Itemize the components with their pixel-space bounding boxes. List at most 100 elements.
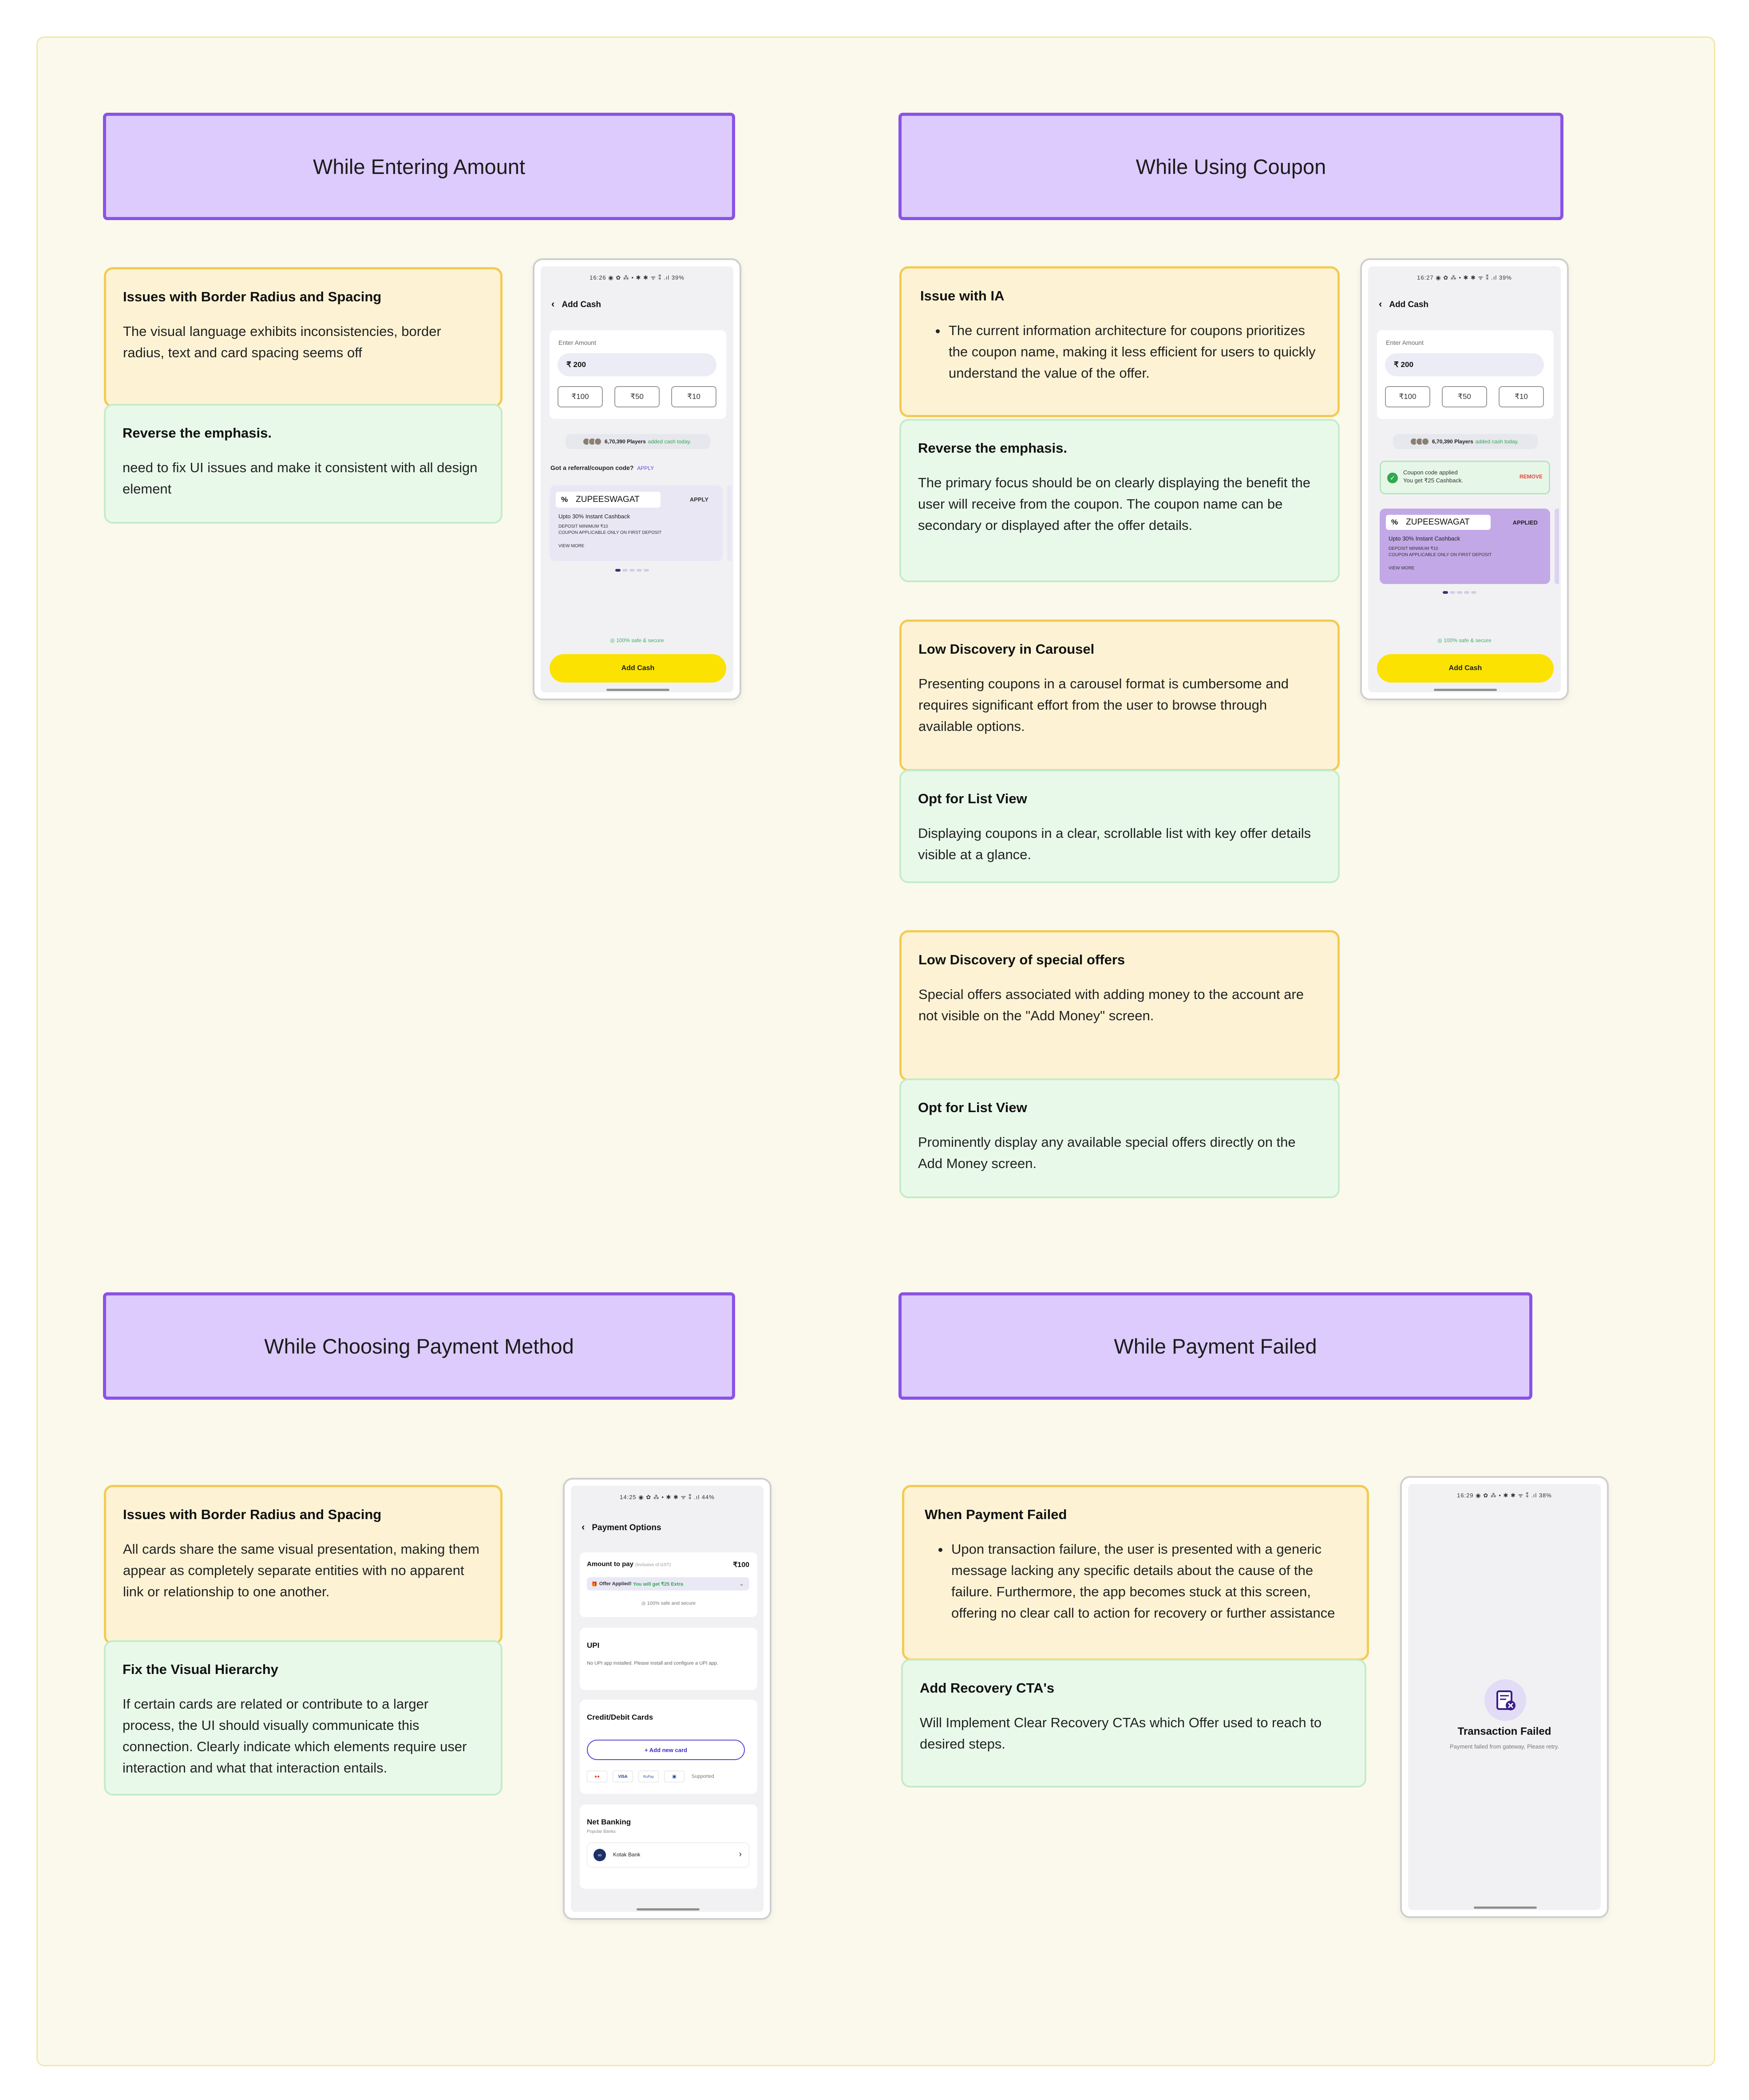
phone-screen: 16:29 ◉ ✿ ⁂ • ✱ ✱ ᯤ ⁑ .ıl 38% Transactio… (1408, 1484, 1601, 1910)
add-cash-button[interactable]: Add Cash (1377, 654, 1554, 683)
note-bullet: Upon transaction failure, the user is pr… (950, 1539, 1349, 1624)
add-cash-button[interactable]: Add Cash (550, 654, 726, 683)
note-heading: Issue with IA (920, 288, 1005, 304)
coupon-card[interactable]: % ZUPEESWAGAT APPLY Upto 30% Instant Cash… (550, 486, 723, 561)
chip-10[interactable]: ₹10 (671, 386, 716, 407)
coupon-view-more[interactable]: VIEW MORE (558, 543, 584, 549)
chevron-right-icon: › (739, 1849, 742, 1859)
note-issue-carousel: Low Discovery in Carousel Presenting cou… (899, 620, 1340, 771)
note-issue-entering: Issues with Border Radius and Spacing Th… (104, 267, 503, 407)
amount-input[interactable]: ₹ 200 (1385, 353, 1544, 376)
note-bullet: The current information architecture for… (947, 320, 1320, 384)
coupon-view-more[interactable]: VIEW MORE (1389, 565, 1414, 572)
note-body: The visual language exhibits inconsisten… (123, 324, 441, 360)
players-count: 6,70,390 Players (1432, 438, 1473, 445)
note-body: Special offers associated with adding mo… (918, 987, 1304, 1023)
note-heading: Issues with Border Radius and Spacing (123, 1507, 382, 1522)
note-body: Prominently display any available specia… (918, 1134, 1296, 1171)
note-fix-payment: Fix the Visual Hierarchy If certain card… (104, 1640, 503, 1796)
bank-row-kotak[interactable]: ∞ Kotak Bank › (587, 1843, 749, 1867)
note-heading: Reverse the emphasis. (123, 425, 272, 441)
coupon-benefit: Upto 30% Instant Cashback (1389, 535, 1460, 542)
chevron-down-icon: ⌄ (739, 1580, 744, 1587)
note-heading: Opt for List View (918, 791, 1027, 806)
home-indicator (606, 689, 669, 691)
amount-value: ₹100 (733, 1561, 749, 1569)
amount-label-row: Amount to pay (Inclusive of GST) (587, 1560, 671, 1568)
back-icon[interactable]: ‹ (551, 298, 554, 309)
note-issue-coupon-ia: Issue with IA The current information ar… (899, 266, 1340, 417)
chip-100[interactable]: ₹100 (558, 386, 603, 407)
amount-label: Enter Amount (558, 339, 596, 346)
chip-50[interactable]: ₹50 (614, 386, 660, 407)
coupon-applied-label: APPLIED (1512, 519, 1538, 526)
failed-icon-circle (1484, 1679, 1526, 1721)
note-heading: Reverse the emphasis. (918, 440, 1068, 456)
receipt-failed-icon (1496, 1690, 1516, 1710)
note-body: need to fix UI issues and make it consis… (123, 460, 478, 497)
percent-icon: % (561, 495, 568, 504)
referral-apply-link[interactable]: APPLY (637, 465, 654, 471)
coupon-deposit-min: DEPOSIT MINIMUM ₹10 (558, 524, 608, 529)
chip-10[interactable]: ₹10 (1499, 386, 1544, 407)
section-header-entering: While Entering Amount (103, 113, 735, 220)
coupon-code: ZUPEESWAGAT (576, 495, 640, 504)
note-heading: Low Discovery in Carousel (918, 641, 1095, 657)
app-bar: ‹ Add Cash (551, 298, 601, 310)
note-heading: Low Discovery of special offers (918, 952, 1125, 967)
rupay-icon: RuPay (638, 1771, 659, 1782)
coupon-code-tag: % ZUPEESWAGAT (556, 492, 661, 508)
popular-banks-label: Popular Banks (587, 1829, 616, 1834)
bank-name: Kotak Bank (613, 1851, 641, 1858)
referral-row: Got a referral/coupon code? APPLY (550, 464, 654, 471)
home-indicator (1474, 1907, 1537, 1909)
section-header-failed: While Payment Failed (898, 1292, 1532, 1400)
coupon-benefit: Upto 30% Instant Cashback (558, 513, 630, 520)
coupon-card-applied[interactable]: % ZUPEESWAGAT APPLIED Upto 30% Instant Ca… (1380, 509, 1550, 584)
note-body: Will Implement Clear Recovery CTAs which… (920, 1715, 1322, 1752)
supported-label: Supported (692, 1774, 714, 1779)
cards-card: Credit/Debit Cards + Add new card ●● VIS… (580, 1700, 757, 1794)
chip-50[interactable]: ₹50 (1442, 386, 1487, 407)
app-title: Payment Options (592, 1523, 661, 1532)
note-heading: Opt for List View (918, 1100, 1027, 1115)
note-bullets: The current information architecture for… (929, 320, 1320, 384)
players-banner: 6,70,390 Players added cash today. (566, 434, 710, 449)
status-bar: 14:25 ◉ ✿ ⁂ • ✱ ✱ ᯤ ⁑ .ıl 44% (620, 1494, 715, 1500)
offer-applied-row[interactable]: 🎁 Offer Applied! You will get ₹25 Extra … (587, 1577, 749, 1591)
note-body: The primary focus should be on clearly d… (918, 475, 1310, 533)
section-title: While Using Coupon (1136, 154, 1326, 178)
cards-title: Credit/Debit Cards (587, 1713, 653, 1721)
app-title: Add Cash (562, 300, 601, 309)
phone-payment-options: 14:25 ◉ ✿ ⁂ • ✱ ✱ ᯤ ⁑ .ıl 44% ‹ Payment O… (563, 1478, 772, 1920)
coupon-apply-button[interactable]: APPLY (690, 496, 708, 503)
section-title: While Payment Failed (1114, 1334, 1317, 1358)
note-issue-failed: When Payment Failed Upon transaction fai… (902, 1485, 1369, 1661)
back-icon[interactable]: ‹ (1379, 298, 1382, 309)
phone-screen: 16:27 ◉ ✿ ⁂ • ✱ ✱ ᯤ ⁑ .ıl 39% ‹ Add Cash … (1368, 266, 1561, 692)
amount-input[interactable]: ₹ 200 (558, 353, 716, 376)
remove-coupon-button[interactable]: REMOVE (1519, 474, 1543, 480)
note-body: Presenting coupons in a carousel format … (918, 676, 1289, 734)
note-issue-payment: Issues with Border Radius and Spacing Al… (104, 1485, 503, 1645)
safe-secure-label: ◎ 100% safe & secure (1437, 637, 1492, 643)
applied-line-1: Coupon code applied (1403, 469, 1458, 476)
note-heading: Issues with Border Radius and Spacing (123, 289, 382, 304)
upi-text: No UPI app installed. Please install and… (587, 1661, 718, 1666)
phone-transaction-failed: 16:29 ◉ ✿ ⁂ • ✱ ✱ ᯤ ⁑ .ıl 38% Transactio… (1400, 1476, 1609, 1918)
phone-screen: 16:26 ◉ ✿ ⁂ • ✱ ✱ ᯤ ⁑ .ıl 39% ‹ Add Cash … (541, 266, 733, 692)
status-bar: 16:27 ◉ ✿ ⁂ • ✱ ✱ ᯤ ⁑ .ıl 39% (1417, 274, 1512, 281)
note-issue-offers: Low Discovery of special offers Special … (899, 930, 1340, 1081)
add-new-card-button[interactable]: + Add new card (587, 1740, 745, 1760)
note-body: Displaying coupons in a clear, scrollabl… (918, 825, 1311, 862)
next-coupon-peek (727, 486, 732, 561)
phone-screen: 14:25 ◉ ✿ ⁂ • ✱ ✱ ᯤ ⁑ .ıl 44% ‹ Payment O… (571, 1486, 764, 1912)
note-heading: When Payment Failed (925, 1507, 1067, 1522)
back-icon[interactable]: ‹ (582, 1521, 585, 1532)
coupon-applied-banner: ✓ Coupon code applied You get ₹25 Cashba… (1380, 461, 1550, 494)
safe-secure-label: ◎ 100% safe and secure (641, 1601, 696, 1606)
avatar-stack-icon (1410, 438, 1430, 446)
chip-100[interactable]: ₹100 (1385, 386, 1430, 407)
status-bar: 16:26 ◉ ✿ ⁂ • ✱ ✱ ᯤ ⁑ .ıl 39% (590, 274, 685, 281)
note-heading: Add Recovery CTA's (920, 1680, 1055, 1696)
